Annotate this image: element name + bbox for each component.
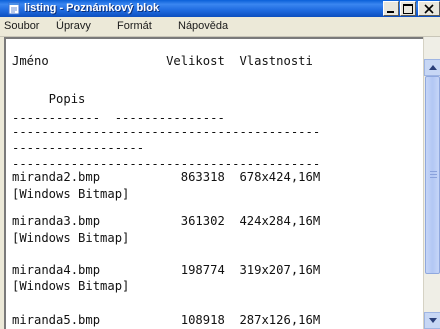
arrow-up-icon: [429, 65, 437, 70]
text-line: miranda3.bmp 361302 424x284,16M: [12, 214, 321, 228]
title-bar[interactable]: listing - Poznámkový blok: [0, 0, 440, 17]
text-line: [Windows Bitmap]: [12, 187, 130, 201]
text-line: Jméno Velikost Vlastnosti: [12, 54, 313, 68]
minimize-button[interactable]: [383, 1, 399, 16]
close-icon: [424, 4, 434, 14]
text-line: Popis: [12, 92, 86, 106]
text-line: [Windows Bitmap]: [12, 231, 130, 245]
text-line: ----------------------------------------…: [12, 125, 321, 139]
text-line: ----------------------------------------…: [12, 157, 321, 171]
window-title: listing - Poznámkový blok: [24, 2, 160, 14]
text-line: miranda5.bmp 108918 287x126,16M: [12, 313, 321, 327]
notepad-window: listing - Poznámkový blok Soubor Úpravy …: [0, 0, 440, 329]
close-button[interactable]: [418, 1, 440, 16]
text-line: ------------ ---------------: [12, 111, 225, 125]
text-line: miranda4.bmp 198774 319x207,16M: [12, 263, 321, 277]
menu-upravy[interactable]: Úpravy: [56, 20, 91, 32]
scroll-down-button[interactable]: [424, 312, 440, 329]
menu-napoveda[interactable]: Nápověda: [178, 20, 228, 32]
scroll-up-button[interactable]: [424, 59, 440, 76]
menu-format[interactable]: Formát: [117, 20, 152, 32]
text-line: miranda2.bmp 863318 678x424,16M: [12, 170, 321, 184]
menu-bar: Soubor Úpravy Formát Nápověda: [0, 17, 440, 37]
arrow-down-icon: [429, 318, 437, 323]
vertical-scrollbar[interactable]: [423, 37, 440, 329]
scroll-thumb[interactable]: [425, 76, 440, 274]
notepad-icon: [8, 2, 20, 15]
menu-soubor[interactable]: Soubor: [4, 20, 39, 32]
text-area[interactable]: Jméno Velikost Vlastnosti Popis --------…: [4, 37, 423, 329]
text-line: ------------------: [12, 141, 145, 155]
text-line: [Windows Bitmap]: [12, 279, 130, 293]
maximize-button[interactable]: [400, 1, 416, 16]
